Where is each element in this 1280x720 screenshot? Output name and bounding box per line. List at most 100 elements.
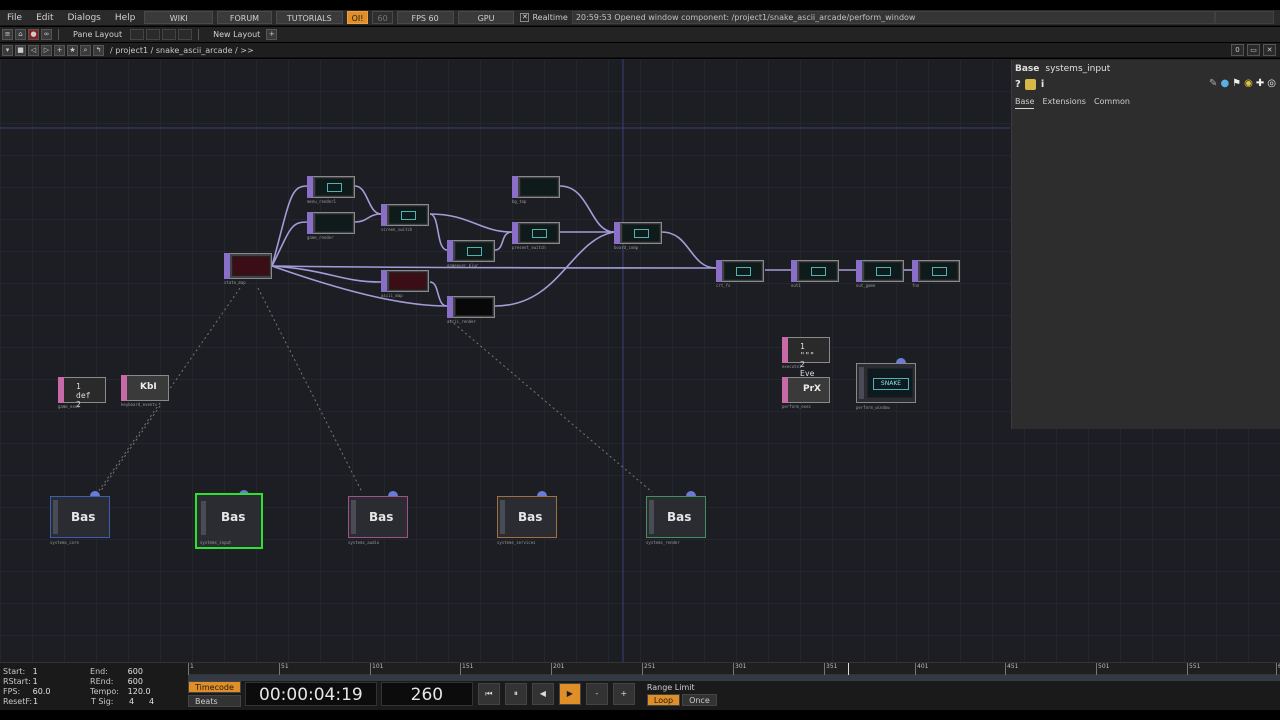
ruler-tick: 501	[1096, 663, 1109, 675]
menu-file[interactable]: File	[0, 10, 29, 26]
timeline-ruler[interactable]: 151101151201251301351401451501551600	[188, 663, 1280, 675]
tsig-label: T Sig:	[91, 697, 114, 706]
resetf-value[interactable]: 1	[33, 697, 91, 707]
ruler-tick: 551	[1187, 663, 1200, 675]
start-label: Start:	[3, 667, 26, 676]
once-toggle[interactable]: Once	[682, 693, 717, 706]
rstart-label: RStart:	[3, 677, 31, 686]
code-line-1: 1 def	[76, 382, 91, 400]
pause-icon[interactable]: ⏸	[504, 683, 527, 705]
component-label: systems_input	[200, 540, 232, 545]
search-icon[interactable]: ⌕	[80, 44, 91, 56]
layout-slot-3[interactable]	[162, 29, 177, 40]
ruler-tick: 600	[1276, 663, 1280, 675]
rewind-icon[interactable]: ⏮	[477, 683, 500, 705]
parameter-toolbar-right: ✎ ● ⚑ ◉ ✚ ◎	[1209, 78, 1276, 89]
link-icon[interactable]: ∞	[41, 29, 52, 40]
menu-dialogs[interactable]: Dialogs	[61, 10, 108, 26]
oi-button[interactable]: OI!	[346, 11, 369, 24]
rend-value[interactable]: 600	[128, 677, 185, 687]
node-label: perform_window	[856, 405, 890, 410]
tab-extensions[interactable]: Extensions	[1042, 97, 1085, 109]
menu-help[interactable]: Help	[108, 10, 143, 26]
forward-icon[interactable]: ▷	[41, 44, 52, 56]
python-help-icon[interactable]	[1024, 79, 1036, 90]
network-icon[interactable]: ≡	[2, 29, 13, 40]
range-limit-label: Range Limit	[646, 682, 695, 692]
menu-edit[interactable]: Edit	[29, 10, 60, 26]
fps-value[interactable]: 60.0	[33, 687, 90, 697]
realtime-checkbox[interactable]: ✕	[520, 13, 530, 22]
home-icon[interactable]: ⌂	[15, 29, 26, 40]
node-label: game_render	[307, 235, 334, 240]
rstart-value[interactable]: 1	[33, 677, 90, 687]
ruler-tick: 451	[1005, 663, 1018, 675]
step-minus-button[interactable]: -	[585, 683, 608, 705]
info-icon[interactable]: i	[1041, 79, 1044, 90]
node-label: bg_top	[512, 199, 527, 204]
end-value[interactable]: 600	[128, 667, 185, 677]
timecode-toggle[interactable]: Timecode	[188, 681, 241, 693]
fps-target-button[interactable]: 60	[372, 11, 393, 24]
step-back-icon[interactable]: ◀	[531, 683, 554, 705]
tempo-value[interactable]: 120.0	[128, 687, 185, 697]
add-icon[interactable]: +	[54, 44, 65, 56]
flag-icon[interactable]: ⚑	[1232, 78, 1241, 89]
realtime-toggle[interactable]: ✕ Realtime	[520, 13, 568, 22]
pane-layout-label[interactable]: Pane Layout	[73, 30, 122, 39]
tab-base[interactable]: Base	[1015, 97, 1035, 109]
maximize-icon[interactable]: ▭	[1247, 44, 1260, 56]
start-value[interactable]: 1	[33, 667, 90, 677]
operator-name[interactable]: systems_input	[1045, 64, 1110, 74]
tsig-numerator[interactable]: 4	[129, 697, 149, 707]
python-icon[interactable]: ◉	[1244, 78, 1253, 89]
node-label: crt_fx	[716, 283, 731, 288]
tutorials-button[interactable]: TUTORIALS	[275, 11, 343, 24]
menu-arrow-icon[interactable]: ▾	[2, 44, 13, 56]
pencil-icon[interactable]: ✎	[1209, 78, 1217, 89]
node-label: out_game	[856, 283, 876, 288]
node-title: PrX	[803, 384, 821, 394]
ruler-tick: 251	[642, 663, 655, 675]
play-icon[interactable]: ▶	[558, 683, 581, 705]
stop-icon[interactable]: ■	[15, 44, 26, 56]
tab-common[interactable]: Common	[1094, 97, 1130, 109]
pane-count-button[interactable]: 0	[1231, 44, 1244, 56]
layout-slot-4[interactable]	[178, 29, 193, 40]
beats-toggle[interactable]: Beats	[188, 695, 241, 707]
ruler-tick: 151	[460, 663, 473, 675]
loop-toggle[interactable]: Loop	[646, 693, 681, 706]
add-layout-icon[interactable]: +	[266, 29, 278, 40]
star-icon[interactable]: ★	[67, 44, 78, 56]
frame-display[interactable]: 260	[380, 682, 473, 706]
layout-slot-1[interactable]	[130, 29, 145, 40]
add-param-icon[interactable]: ✚	[1256, 78, 1264, 89]
transport-controls: Timecode Beats 00:00:04:19 260 ⏮ ⏸ ◀ ▶ -…	[188, 681, 717, 707]
close-icon[interactable]: ✕	[1263, 44, 1276, 56]
settings-icon[interactable]: ◎	[1267, 78, 1276, 89]
back-icon[interactable]: ◁	[28, 44, 39, 56]
node-label: fnn	[912, 283, 920, 288]
pane-controls: 0 ▭ ✕	[1228, 44, 1276, 56]
playhead[interactable]	[848, 663, 849, 675]
wires	[271, 185, 912, 307]
wire	[271, 265, 382, 283]
new-layout-button[interactable]: New Layout	[213, 30, 260, 39]
step-plus-button[interactable]: +	[612, 683, 635, 705]
ruler-tick: 1	[188, 663, 194, 675]
realtime-label: Realtime	[532, 13, 568, 22]
wiki-button[interactable]: WIKI	[144, 11, 213, 24]
comment-icon[interactable]: ●	[1220, 78, 1229, 89]
forum-button[interactable]: FORUM	[217, 11, 272, 24]
parent-icon[interactable]: ↰	[93, 44, 104, 56]
tsig-denominator[interactable]: 4	[149, 697, 154, 707]
network-path[interactable]: / project1 / snake_ascii_arcade / >>	[110, 46, 254, 55]
timeline-settings: Start: 1 End: 600 RStart: 1 REnd: 600 FP…	[3, 667, 185, 707]
help-icon[interactable]: ?	[1015, 79, 1021, 90]
timecode-display[interactable]: 00:00:04:19	[244, 682, 377, 706]
node-label: keyboard_events	[121, 402, 158, 407]
resetf-label: ResetF:	[3, 697, 33, 706]
record-icon[interactable]: ●	[28, 29, 39, 40]
layout-slot-2[interactable]	[146, 29, 161, 40]
gpu-button[interactable]: GPU	[457, 11, 515, 24]
